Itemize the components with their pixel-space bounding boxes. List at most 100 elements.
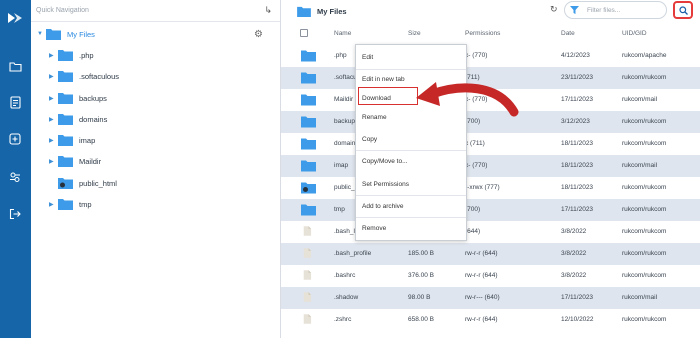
- tree-item-my-files[interactable]: ▼ My Files: [37, 25, 95, 43]
- brand-logo-icon[interactable]: [5, 8, 25, 28]
- refresh-icon[interactable]: ↻: [550, 4, 558, 15]
- tree-item-php[interactable]: ▶ .php: [49, 46, 94, 64]
- chevron-right-icon[interactable]: ▶: [49, 201, 58, 208]
- cell-name[interactable]: backup: [334, 118, 355, 125]
- tree-item-imap[interactable]: ▶ imap: [49, 131, 95, 149]
- logout-icon[interactable]: [5, 204, 25, 224]
- cell-name[interactable]: .bashrc: [334, 272, 355, 279]
- quick-navigation-header: Quick Navigation ↳: [31, 0, 280, 22]
- cell-permissions: x- (770): [465, 96, 488, 103]
- cell-date: 3/8/2022: [561, 272, 587, 279]
- menu-item-set-permissions[interactable]: Set Permissions: [356, 175, 466, 193]
- cell-name[interactable]: Maildir: [334, 96, 353, 103]
- cell-uid-gid: rukcom/rukcom: [622, 250, 667, 257]
- table-row[interactable]: .bash_profile 185.00 B rw-r-r (644) 3/8/202…: [281, 243, 700, 265]
- column-header-size[interactable]: Size: [408, 30, 421, 37]
- cell-date: 17/11/2023: [561, 206, 594, 213]
- table-row[interactable]: public_ r-xrwx (777) 18/11/2023 rukcom/rukc…: [281, 177, 700, 199]
- menu-item-copy[interactable]: Copy: [356, 130, 466, 148]
- cell-name[interactable]: .softacu: [334, 74, 357, 81]
- tree-item-tmp[interactable]: ▶ tmp: [49, 195, 92, 213]
- folder-icon: [46, 29, 61, 40]
- tree-item-public-html[interactable]: public_html: [49, 174, 117, 192]
- cell-size: 658.00 B: [408, 316, 435, 323]
- folder-icon[interactable]: [5, 56, 25, 76]
- search-icon: [678, 5, 688, 15]
- left-rail: [0, 0, 31, 338]
- cell-date: 3/12/2023: [561, 118, 590, 125]
- table-row[interactable]: .shadow 98.00 B rw-r--- (640) 17/11/2023 ruk…: [281, 287, 700, 309]
- table-row[interactable]: backup (700) 3/12/2023 rukcom/rukcom: [281, 111, 700, 133]
- cell-date: 3/8/2022: [561, 228, 587, 235]
- menu-item-remove[interactable]: Remove: [356, 219, 466, 237]
- tree-item-domains[interactable]: ▶ domains: [49, 110, 107, 128]
- file-manager-app: Quick Navigation ↳ ▼ My Files ⚙ ▶ .php ▶…: [0, 0, 700, 338]
- filter-input[interactable]: Filter files...: [564, 1, 667, 19]
- settings-icon[interactable]: [5, 167, 25, 187]
- cell-name[interactable]: .zshrc: [334, 316, 351, 323]
- cell-permissions: (700): [465, 206, 481, 213]
- table-row[interactable]: tmp (700) 17/11/2023 rukcom/rukcom: [281, 199, 700, 221]
- folder-icon: [58, 50, 73, 61]
- menu-item-add-archive[interactable]: Add to archive: [356, 197, 466, 215]
- menu-item-edit[interactable]: Edit: [356, 48, 466, 66]
- cell-name[interactable]: .bash_profile: [334, 250, 371, 257]
- column-header-uid-gid[interactable]: UID/GID: [622, 30, 647, 37]
- tree-item-backups[interactable]: ▶ backups: [49, 89, 107, 107]
- chevron-right-icon[interactable]: ▶: [49, 73, 58, 80]
- table-row[interactable]: imap x- (770) 18/11/2023 rukcom/mail: [281, 155, 700, 177]
- tree-item-label: .php: [79, 50, 94, 60]
- chevron-down-icon[interactable]: ▼: [37, 31, 46, 37]
- select-all-checkbox[interactable]: [300, 29, 308, 37]
- search-button[interactable]: [673, 1, 693, 19]
- tree-item-maildir[interactable]: ▶ Maildir: [49, 152, 101, 170]
- column-header-permissions[interactable]: Permissions: [465, 30, 500, 37]
- column-header-date[interactable]: Date: [561, 30, 575, 37]
- chevron-right-icon[interactable]: ▶: [49, 116, 58, 123]
- file-icon: [303, 226, 312, 236]
- menu-item-rename[interactable]: Rename: [356, 108, 466, 126]
- table-row[interactable]: Maildir x- (770) 17/11/2023 rukcom/mail: [281, 89, 700, 111]
- cell-permissions: (711): [465, 74, 480, 81]
- folder-icon: [58, 135, 73, 146]
- folder-icon: [58, 114, 73, 125]
- tree-item-softaculous[interactable]: ▶ .softaculous: [49, 67, 119, 85]
- table-row[interactable]: .bashrc 376.00 B rw-r-r (644) 3/8/2022 rukco…: [281, 265, 700, 287]
- table-row[interactable]: .zshrc 658.00 B rw-r-r (644) 12/10/2022 rukc…: [281, 309, 700, 331]
- chevron-right-icon[interactable]: ▶: [49, 158, 58, 165]
- folder-icon: [58, 93, 73, 104]
- tree-item-label: imap: [79, 135, 96, 145]
- table-header: Name Size Permissions Date UID/GID: [281, 22, 700, 45]
- folder-icon: [58, 199, 73, 210]
- cell-date: 18/11/2023: [561, 162, 594, 169]
- cell-permissions: rw-r-r (644): [465, 250, 498, 257]
- cell-name[interactable]: public_: [334, 184, 355, 191]
- gear-icon[interactable]: ⚙: [254, 29, 263, 40]
- cell-uid-gid: rukcom/mail: [622, 96, 658, 103]
- cell-uid-gid: rukcom/rukcom: [622, 140, 667, 147]
- tree-item-label: .softaculous: [79, 71, 120, 81]
- cell-size: 376.00 B: [408, 272, 435, 279]
- cell-name[interactable]: imap: [334, 162, 348, 169]
- filter-icon: [570, 5, 579, 14]
- plus-square-icon[interactable]: [5, 129, 25, 149]
- cell-name[interactable]: .bash_l: [334, 228, 355, 235]
- column-header-name[interactable]: Name: [334, 30, 351, 37]
- document-icon[interactable]: [5, 92, 25, 112]
- cell-name[interactable]: .php: [334, 52, 347, 59]
- collapse-panel-icon[interactable]: ↳: [264, 5, 272, 16]
- cell-name[interactable]: tmp: [334, 206, 345, 213]
- menu-item-edit-new-tab[interactable]: Edit in new tab: [356, 70, 466, 88]
- table-row[interactable]: .bash_l (644) 3/8/2022 rukcom/rukcom: [281, 221, 700, 243]
- table-row[interactable]: .php x- (770) 4/12/2023 rukcom/apache: [281, 45, 700, 67]
- chevron-right-icon[interactable]: ▶: [49, 52, 58, 59]
- cell-name[interactable]: domain: [334, 140, 355, 147]
- table-row[interactable]: .softacu (711) 23/11/2023 rukcom/rukcom: [281, 67, 700, 89]
- cell-name[interactable]: .shadow: [334, 294, 358, 301]
- menu-item-copy-move[interactable]: Copy/Move to...: [356, 152, 466, 170]
- chevron-right-icon[interactable]: ▶: [49, 137, 58, 144]
- chevron-right-icon[interactable]: ▶: [49, 95, 58, 102]
- cell-uid-gid: rukcom/rukcom: [622, 316, 667, 323]
- cell-permissions: rw-r-r (644): [465, 272, 498, 279]
- table-row[interactable]: domain x (711) 18/11/2023 rukcom/rukcom: [281, 133, 700, 155]
